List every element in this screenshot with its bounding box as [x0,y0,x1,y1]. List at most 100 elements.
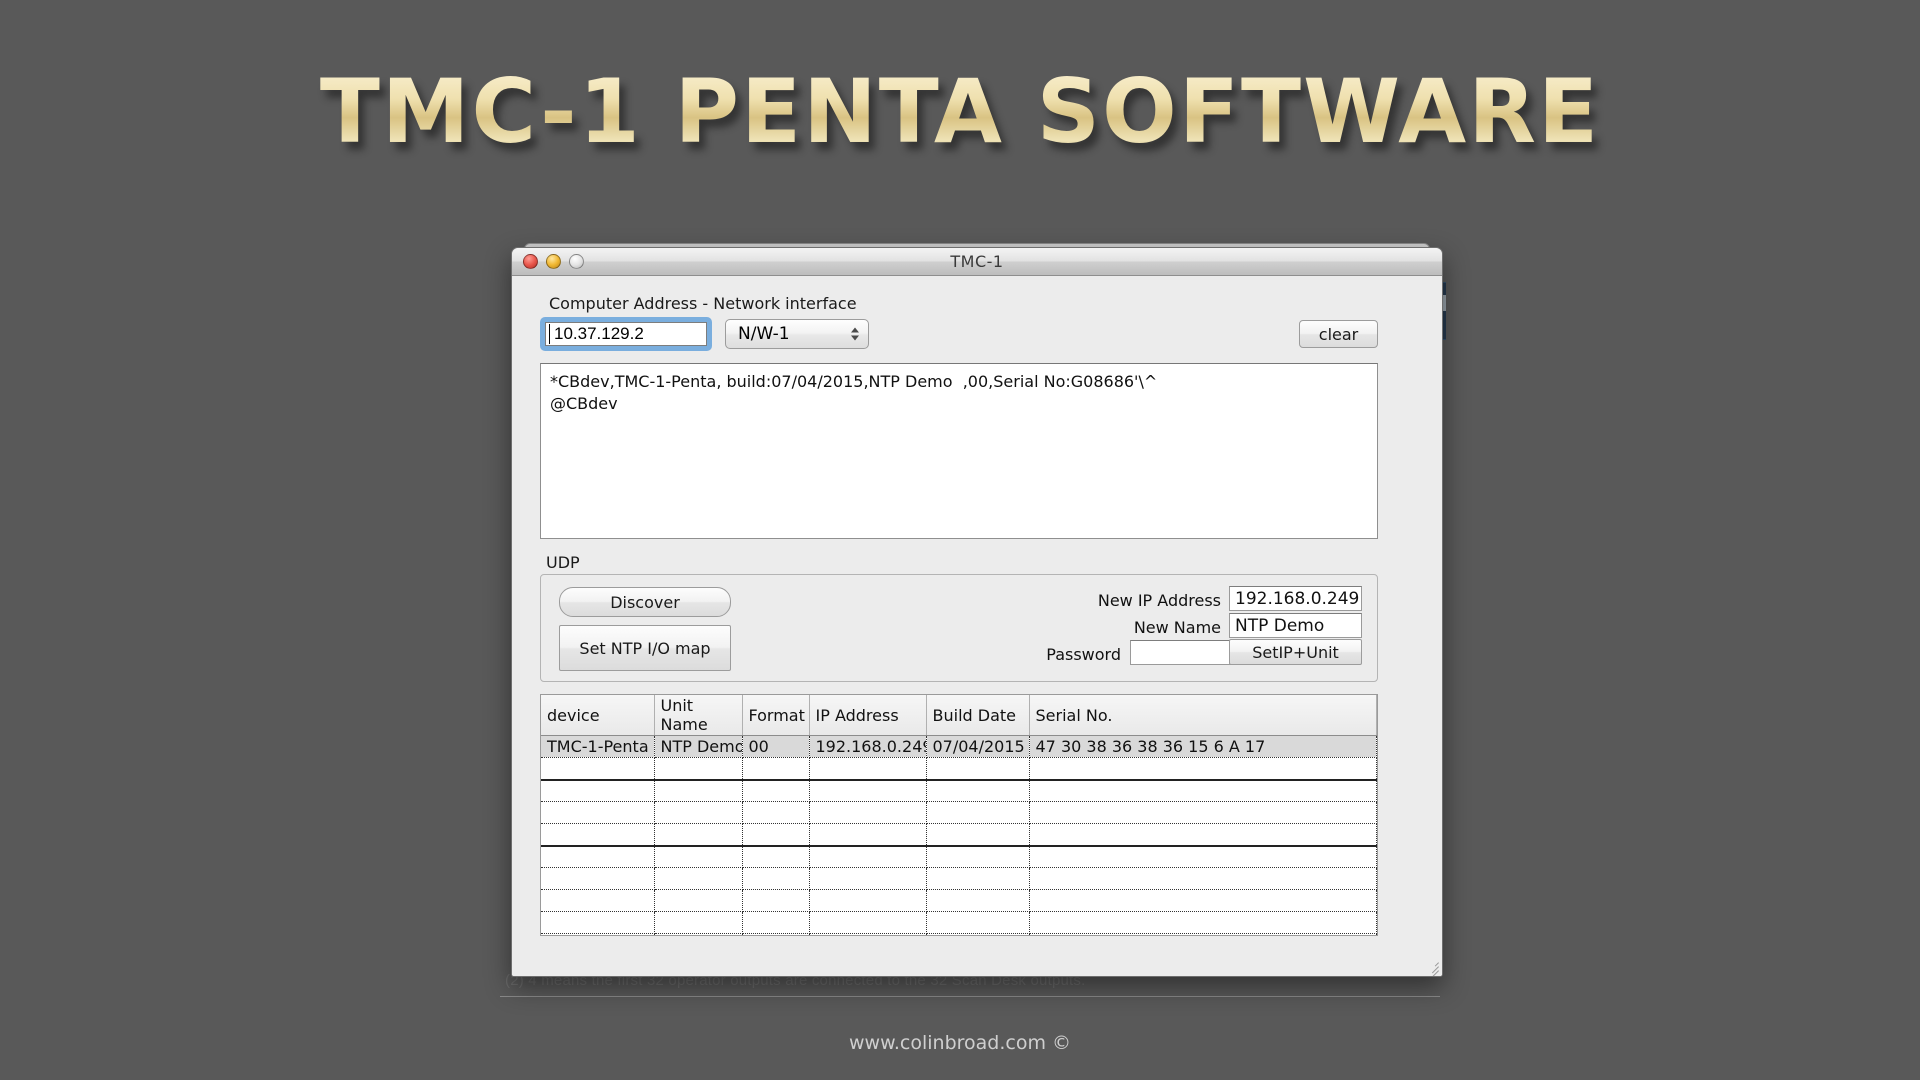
cell-unit-name [654,802,742,824]
cell-unit-name [654,846,742,868]
window-body: Computer Address - Network interface 10.… [512,276,1442,976]
cell-ip-address [809,780,926,802]
computer-address-focus-ring: 10.37.129.2 [540,317,712,351]
column-header-ip-address[interactable]: IP Address [809,695,926,736]
cell-device: TMC-1-Penta [541,736,654,758]
resize-grip-icon[interactable] [1424,958,1439,973]
console-output-area[interactable]: *CBdev,TMC-1-Penta, build:07/04/2015,NTP… [540,363,1378,539]
minimize-icon[interactable] [546,254,561,269]
footer-url: www.colinbroad.com © [0,1032,1920,1054]
cell-device [541,780,654,802]
table-row[interactable] [541,802,1377,824]
cell-build-date [926,758,1029,780]
cell-build-date [926,824,1029,846]
console-line: *CBdev,TMC-1-Penta, build:07/04/2015,NTP… [550,371,1368,393]
cell-ip-address [809,868,926,890]
cell-ip-address [809,824,926,846]
table-row[interactable] [541,890,1377,912]
window-title: TMC-1 [512,252,1442,271]
cell-format [742,780,809,802]
discovered-devices-table[interactable]: device Unit Name Format IP Address Build… [540,694,1378,936]
cell-device [541,912,654,934]
table-row[interactable] [541,780,1377,802]
cell-format [742,824,809,846]
new-ip-address-label: New IP Address [971,591,1221,610]
setip-unit-button[interactable]: SetIP+Unit [1229,639,1362,665]
table-row[interactable] [541,912,1377,934]
cell-unit-name [654,868,742,890]
chevron-up-icon [851,328,859,333]
cell-serial-no [1029,802,1377,824]
cell-serial-no [1029,846,1377,868]
cell-format [742,802,809,824]
cell-build-date [926,890,1029,912]
column-header-device[interactable]: device [541,695,654,736]
new-name-label: New Name [971,618,1221,637]
column-header-unit-name[interactable]: Unit Name [654,695,742,736]
tmc1-application-window: TMC-1 Computer Address - Network interfa… [511,247,1443,977]
cell-serial-no [1029,868,1377,890]
table-row[interactable] [541,934,1377,937]
cell-ip-address [809,912,926,934]
computer-address-input[interactable]: 10.37.129.2 [545,322,707,346]
table-row[interactable] [541,846,1377,868]
cell-serial-no [1029,890,1377,912]
cell-serial-no [1029,758,1377,780]
cell-device [541,758,654,780]
cell-serial-no [1029,934,1377,937]
cell-ip-address [809,802,926,824]
cell-unit-name [654,890,742,912]
network-interface-selected-value: N/W-1 [738,324,790,344]
console-line: @CBdev [550,393,1368,415]
table-row[interactable] [541,824,1377,846]
cell-build-date [926,802,1029,824]
new-ip-address-input[interactable]: 192.168.0.249 [1229,586,1362,611]
column-header-serial-no[interactable]: Serial No. [1029,695,1377,736]
udp-group-box: Discover Set NTP I/O map New IP Address … [540,574,1378,682]
cell-format: 00 [742,736,809,758]
password-label: Password [871,645,1121,664]
cell-build-date [926,868,1029,890]
cell-format [742,912,809,934]
cell-unit-name [654,780,742,802]
set-ntp-io-map-button[interactable]: Set NTP I/O map [559,625,731,671]
table-row[interactable]: TMC-1-PentaNTP Demo00192.168.0.24907/04/… [541,736,1377,758]
cell-serial-no [1029,780,1377,802]
text-caret [549,324,550,344]
cell-serial-no [1029,824,1377,846]
cell-format [742,934,809,937]
cell-ip-address [809,934,926,937]
discover-button[interactable]: Discover [559,587,731,617]
new-name-input[interactable]: NTP Demo [1229,613,1362,638]
cell-build-date [926,846,1029,868]
cell-unit-name [654,824,742,846]
column-header-build-date[interactable]: Build Date [926,695,1029,736]
table-row[interactable] [541,758,1377,780]
close-icon[interactable] [523,254,538,269]
password-input[interactable] [1130,640,1245,665]
cell-build-date [926,934,1029,937]
cell-build-date [926,912,1029,934]
cell-device [541,890,654,912]
cell-format [742,758,809,780]
clear-button[interactable]: clear [1299,320,1378,348]
cell-ip-address [809,846,926,868]
cell-device [541,934,654,937]
cell-device [541,846,654,868]
cell-device [541,868,654,890]
table-row[interactable] [541,868,1377,890]
table-header-row: device Unit Name Format IP Address Build… [541,695,1377,736]
cell-unit-name [654,758,742,780]
window-titlebar[interactable]: TMC-1 [512,248,1442,276]
zoom-icon[interactable] [569,254,584,269]
background-rule [500,996,1440,997]
column-header-format[interactable]: Format [742,695,809,736]
cell-format [742,890,809,912]
cell-serial-no: 47 30 38 36 38 36 15 6 A 17 [1029,736,1377,758]
udp-group-caption: UDP [546,553,580,572]
stepper-arrows-icon[interactable] [851,328,859,341]
cell-unit-name: NTP Demo [654,736,742,758]
table-body: TMC-1-PentaNTP Demo00192.168.0.24907/04/… [541,736,1377,937]
network-interface-select[interactable]: N/W-1 [725,319,869,349]
chevron-down-icon [851,336,859,341]
